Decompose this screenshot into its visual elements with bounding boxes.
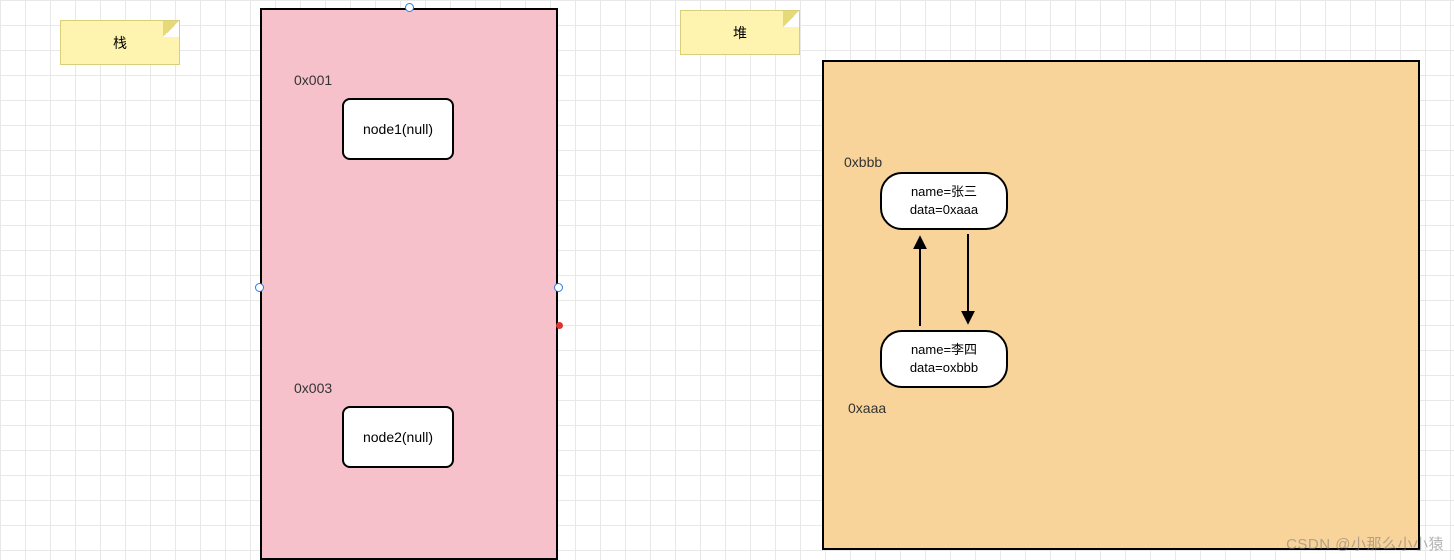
resize-handle-left[interactable]	[255, 283, 264, 292]
heap-arrows	[880, 230, 1008, 330]
heap-addr-top: 0xbbb	[844, 154, 882, 170]
heap-object-top-line2: data=0xaaa	[910, 201, 978, 219]
stack-node-2-text: node2(null)	[363, 429, 433, 445]
heap-object-top-line1: name=张三	[911, 183, 977, 201]
heap-label-sticky: 堆	[680, 10, 800, 55]
stack-addr-2: 0x003	[294, 380, 332, 396]
stack-node-2[interactable]: node2(null)	[342, 406, 454, 468]
resize-handle-top[interactable]	[405, 3, 414, 12]
stack-addr-1: 0x001	[294, 72, 332, 88]
stack-label-sticky: 栈	[60, 20, 180, 65]
stack-node-1-text: node1(null)	[363, 121, 433, 137]
stack-node-1[interactable]: node1(null)	[342, 98, 454, 160]
stack-label-text: 栈	[113, 33, 127, 53]
heap-object-top[interactable]: name=张三 data=0xaaa	[880, 172, 1008, 230]
resize-handle-right[interactable]	[554, 283, 563, 292]
heap-object-bottom-line2: data=oxbbb	[910, 359, 978, 377]
heap-region[interactable]: 0xbbb name=张三 data=0xaaa name=李四 data=ox…	[822, 60, 1420, 550]
heap-object-bottom-line1: name=李四	[911, 341, 977, 359]
stack-region[interactable]: 0x001 node1(null) 0x003 node2(null)	[260, 8, 558, 560]
heap-label-text: 堆	[733, 23, 747, 43]
heap-addr-bottom: 0xaaa	[848, 400, 886, 416]
connection-indicator[interactable]	[556, 322, 563, 329]
watermark: CSDN @小那么小小猿	[1286, 533, 1444, 554]
heap-object-bottom[interactable]: name=李四 data=oxbbb	[880, 330, 1008, 388]
